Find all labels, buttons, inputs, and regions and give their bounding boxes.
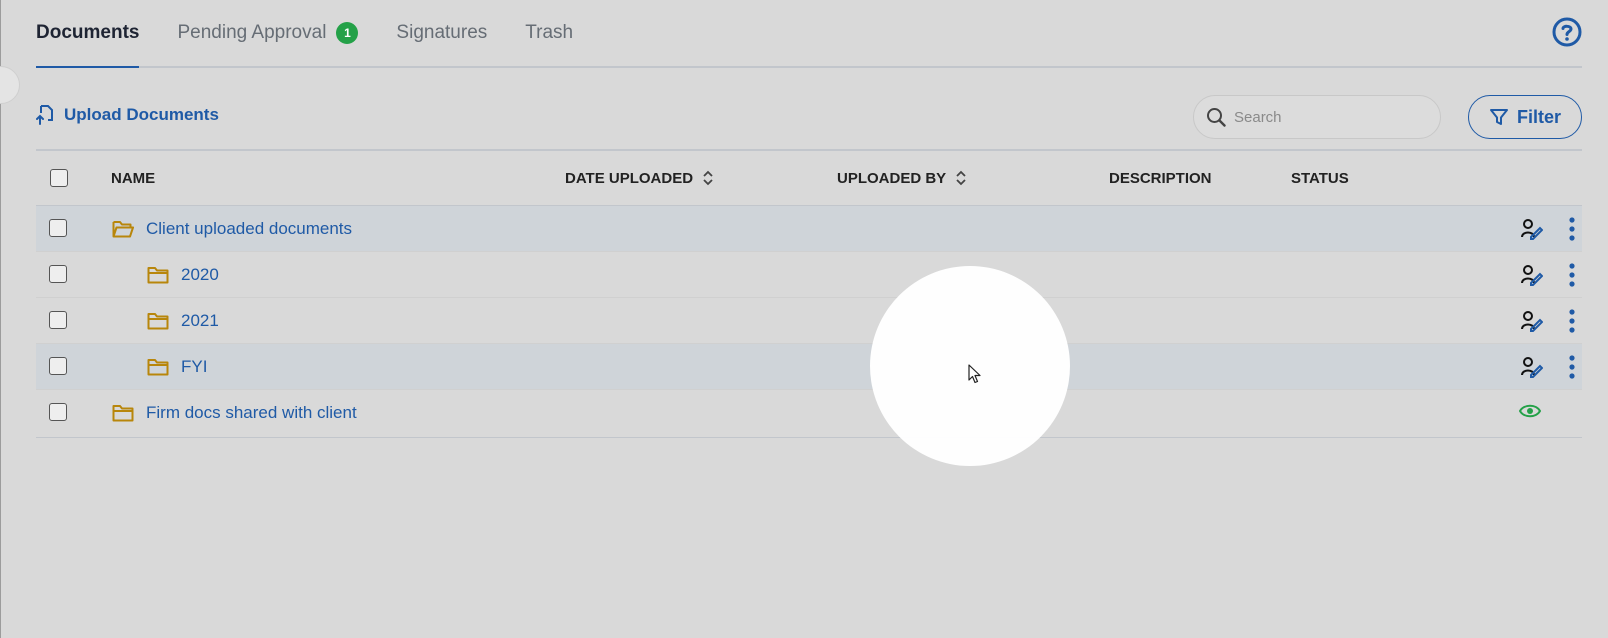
- upload-documents-label: Upload Documents: [64, 105, 219, 124]
- folder-link[interactable]: 2021: [147, 298, 219, 344]
- tab-documents-label: Documents: [36, 22, 140, 43]
- row-checkbox[interactable]: [49, 357, 67, 375]
- more-options-icon[interactable]: [1569, 309, 1575, 333]
- search-input[interactable]: [1232, 107, 1426, 127]
- row-checkbox[interactable]: [49, 311, 67, 329]
- select-all-cell: [50, 151, 68, 205]
- search-field[interactable]: [1193, 95, 1441, 139]
- folder-icon: [147, 313, 169, 330]
- tab-signatures-label: Signatures: [396, 22, 488, 43]
- tab-documents[interactable]: Documents: [36, 0, 140, 68]
- eye-icon[interactable]: [1519, 403, 1541, 419]
- table-row[interactable]: FYI: [36, 344, 1582, 390]
- column-description-label: DESCRIPTION: [1109, 169, 1212, 187]
- table-row[interactable]: 2020: [36, 252, 1582, 298]
- tab-trash-label: Trash: [525, 22, 574, 43]
- row-checkbox[interactable]: [49, 403, 67, 421]
- folder-name: Firm docs shared with client: [146, 403, 357, 422]
- more-options-icon[interactable]: [1569, 217, 1575, 241]
- folder-link[interactable]: 2020: [147, 252, 219, 298]
- column-name-label: NAME: [111, 169, 156, 187]
- filter-button[interactable]: Filter: [1468, 95, 1582, 139]
- row-checkbox[interactable]: [49, 219, 67, 237]
- folder-icon: [112, 405, 134, 422]
- filter-label: Filter: [1516, 106, 1561, 127]
- search-icon: [1207, 108, 1226, 127]
- upload-documents-button[interactable]: Upload Documents: [36, 104, 219, 126]
- sort-icon[interactable]: [956, 170, 966, 186]
- pending-count-badge: 1: [336, 22, 359, 44]
- documents-table: NAME DATE UPLOADED UPLOADED BY DESCRIPTI…: [36, 149, 1582, 438]
- tab-bar: Documents Pending Approval 1 Signatures …: [36, 0, 1582, 68]
- upload-file-icon: [36, 105, 53, 125]
- folder-name: 2021: [181, 311, 219, 330]
- folder-name: 2020: [181, 265, 219, 284]
- tab-signatures[interactable]: Signatures: [396, 0, 487, 66]
- column-date-uploaded-label: DATE UPLOADED: [565, 169, 694, 187]
- folder-name: FYI: [181, 357, 208, 376]
- table-row[interactable]: 2021: [36, 298, 1582, 344]
- folder-open-icon: [112, 221, 134, 238]
- more-options-icon[interactable]: [1569, 355, 1575, 379]
- client-permission-icon[interactable]: [1521, 310, 1543, 332]
- help-icon[interactable]: [1552, 17, 1582, 47]
- row-checkbox[interactable]: [49, 265, 67, 283]
- filter-icon: [1489, 109, 1508, 125]
- folder-icon: [147, 359, 169, 376]
- client-permission-icon[interactable]: [1521, 264, 1543, 286]
- client-permission-icon[interactable]: [1521, 218, 1543, 240]
- folder-icon: [147, 267, 169, 284]
- column-date-uploaded[interactable]: DATE UPLOADED: [565, 151, 713, 205]
- column-uploaded-by-label: UPLOADED BY: [837, 169, 947, 187]
- more-options-icon[interactable]: [1569, 263, 1575, 287]
- column-name: NAME: [111, 151, 155, 205]
- tab-pending-approval-label: Pending Approval: [177, 22, 327, 43]
- folder-link[interactable]: Firm docs shared with client: [112, 390, 357, 436]
- column-status: STATUS: [1291, 151, 1349, 205]
- table-row[interactable]: Firm docs shared with client: [36, 390, 1582, 438]
- tab-trash[interactable]: Trash: [525, 0, 573, 66]
- sort-icon[interactable]: [703, 170, 713, 186]
- folder-link[interactable]: FYI: [147, 344, 207, 390]
- sidebar-collapse-handle[interactable]: [0, 66, 20, 104]
- table-row[interactable]: Client uploaded documents: [36, 206, 1582, 252]
- select-all-checkbox[interactable]: [50, 169, 68, 187]
- column-description: DESCRIPTION: [1109, 151, 1212, 205]
- column-status-label: STATUS: [1291, 169, 1349, 187]
- table-header: NAME DATE UPLOADED UPLOADED BY DESCRIPTI…: [36, 149, 1582, 206]
- column-uploaded-by[interactable]: UPLOADED BY: [837, 151, 966, 205]
- folder-name: Client uploaded documents: [146, 219, 353, 238]
- folder-link[interactable]: Client uploaded documents: [112, 206, 352, 252]
- tab-pending-approval[interactable]: Pending Approval 1: [177, 0, 359, 66]
- client-permission-icon[interactable]: [1521, 356, 1543, 378]
